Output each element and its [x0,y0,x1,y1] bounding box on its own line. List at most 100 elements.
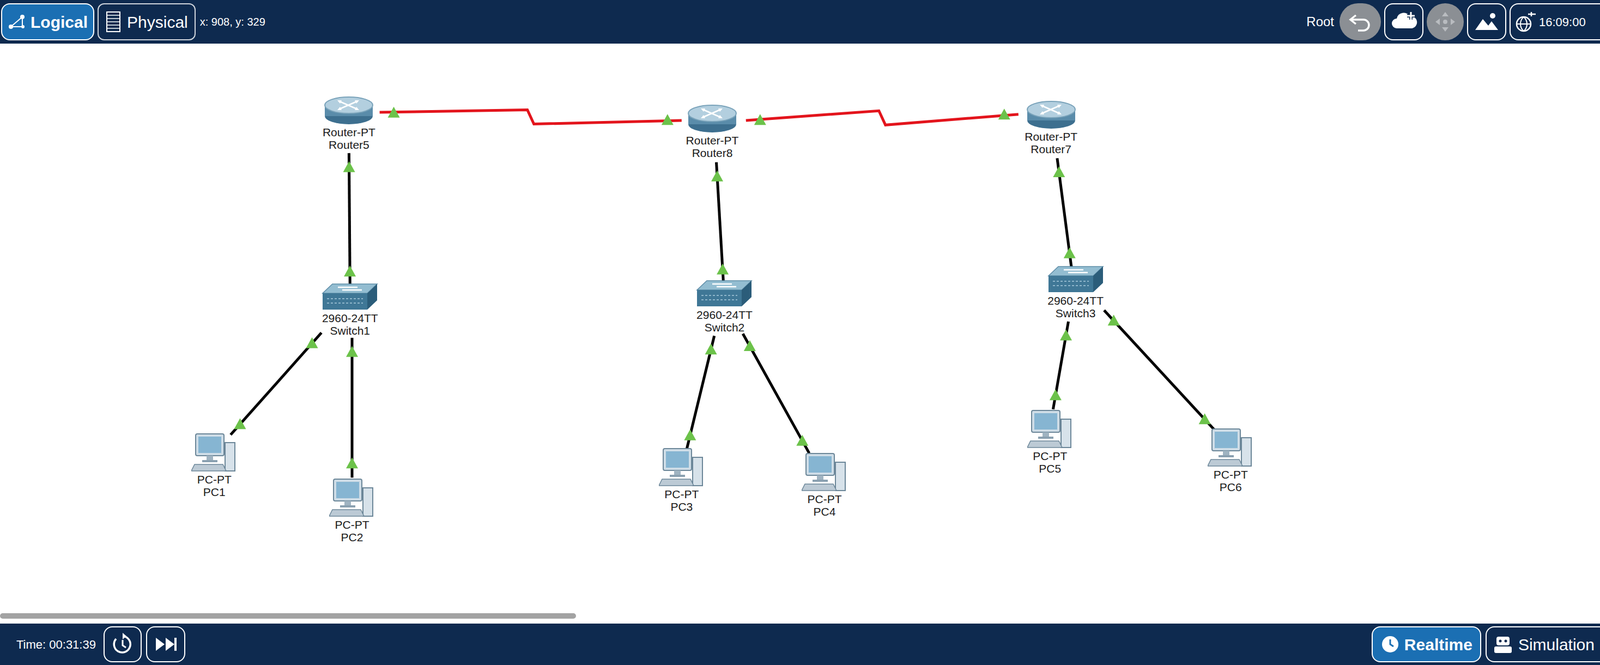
pc-node[interactable]: PC-PTPC5 [990,409,1111,475]
landscape-icon [1474,11,1500,33]
status-bar: Time: 00:31:39 Realtime Simulation [0,623,1600,665]
fast-forward-button[interactable] [146,626,186,663]
pc-device[interactable] [1207,427,1254,469]
copper-link[interactable] [230,332,322,435]
link-light-icon [1198,413,1211,424]
pc-node[interactable]: PC-PTPC2 [292,477,412,544]
link-light-icon [346,457,359,469]
pc-icon [1027,409,1074,450]
scrollbar-thumb[interactable] [0,613,577,619]
view-tab[interactable]: Physical [97,3,196,41]
link-light-icon [1107,314,1120,326]
link[interactable] [352,337,353,478]
switch-device[interactable] [321,282,379,312]
device-name-label[interactable]: PC2 [341,530,364,544]
device-name-label[interactable]: Router5 [328,138,370,151]
link[interactable] [1104,310,1215,430]
clock-button[interactable]: 16:09:00 [1509,3,1600,41]
router-node[interactable]: Router-PTRouter8 [652,102,773,160]
elapsed-time: Time: 00:31:39 [16,635,96,654]
device-name-label[interactable]: Router7 [1030,142,1072,156]
link-light-icon [716,263,729,275]
mode-button-label: Simulation [1518,632,1595,657]
device-name-label[interactable]: Switch1 [330,324,371,337]
device-model-label: Router-PT [686,134,739,147]
undo-button[interactable] [1339,3,1381,41]
copper-link[interactable] [1104,310,1215,430]
device-name-label[interactable]: PC6 [1219,480,1242,494]
link-light-icon [343,161,356,173]
router-device[interactable] [1025,98,1077,131]
pc-node[interactable]: PC-PTPC4 [764,452,885,518]
mode-button[interactable]: Simulation [1485,626,1600,663]
link[interactable] [379,110,682,125]
copper-link[interactable] [742,333,810,453]
device-name-label[interactable]: Router8 [692,146,733,160]
copper-link[interactable] [350,337,354,478]
pc-node[interactable]: PC-PTPC6 [1170,427,1291,494]
pc-device[interactable] [329,477,375,519]
link-light-icon [796,434,809,446]
link-light-icon [754,113,767,125]
app-window: LogicalPhysical x: 908, y: 329 Root 16:0… [0,0,1600,665]
workspace-label[interactable]: Root [1306,11,1335,32]
link-light-icon [743,340,756,351]
mode-button[interactable]: Realtime [1371,626,1482,663]
pc-node[interactable]: PC-PTPC3 [621,447,742,513]
router-device[interactable] [686,102,738,135]
router-device[interactable] [323,94,375,126]
pc-node[interactable]: PC-PTPC1 [154,432,275,499]
pc-icon [801,452,848,493]
links-layer [0,43,1600,624]
switch-node[interactable]: 2960-24TTSwitch1 [289,282,410,337]
pc-device[interactable] [191,432,238,474]
link-light-icon [705,343,718,355]
device-name-label[interactable]: PC4 [813,505,836,518]
logical-topology-icon [7,13,27,30]
device-model-label: Router-PT [322,125,376,139]
pc-icon [658,447,705,488]
pc-icon [329,477,375,519]
device-name-label[interactable]: PC1 [203,485,226,499]
router-node[interactable]: Router-PTRouter7 [991,98,1112,156]
device-name-label[interactable]: PC3 [670,500,693,513]
pc-device[interactable] [658,447,705,488]
serial-link[interactable] [379,110,682,125]
link-light-icon [998,108,1011,120]
pc-device[interactable] [1027,409,1074,450]
device-name-label[interactable]: Switch2 [704,320,745,334]
clock-time: 16:09:00 [1538,13,1586,32]
device-name-label[interactable]: Switch3 [1055,306,1096,320]
switch-icon [321,282,379,312]
serial-link[interactable] [746,110,1019,125]
add-cluster-button[interactable] [1384,3,1424,41]
device-model-label: PC-PT [197,473,232,486]
link[interactable] [230,332,322,435]
router-icon [323,94,375,126]
reset-time-button[interactable] [103,626,142,663]
view-tab[interactable]: Logical [1,3,95,41]
move-button[interactable] [1426,3,1464,41]
router-icon [1025,98,1077,131]
switch-device[interactable] [1047,264,1105,295]
link-light-icon [1059,329,1072,341]
link[interactable] [742,333,810,453]
device-name-label[interactable]: PC5 [1038,462,1062,475]
link[interactable] [746,110,1019,125]
device-model-label: 2960-24TT [1047,294,1104,307]
device-model-label: PC-PT [335,518,370,531]
link-light-icon [683,429,696,441]
horizontal-scrollbar[interactable] [0,613,1600,619]
cloud-add-icon [1390,10,1418,33]
switch-device[interactable] [695,279,753,309]
fast-forward-icon [153,635,178,653]
router-node[interactable]: Router-PTRouter5 [288,94,409,151]
switch-icon [695,279,753,309]
switch-node[interactable]: 2960-24TTSwitch3 [1015,264,1136,320]
background-button[interactable] [1467,3,1507,41]
pc-device[interactable] [801,452,848,493]
logical-workspace[interactable]: Router-PTRouter5Router-PTRouter8Router-P… [0,43,1600,624]
router-icon [686,102,738,135]
switch-node[interactable]: 2960-24TTSwitch2 [664,279,785,334]
link-light-icon [233,417,246,429]
